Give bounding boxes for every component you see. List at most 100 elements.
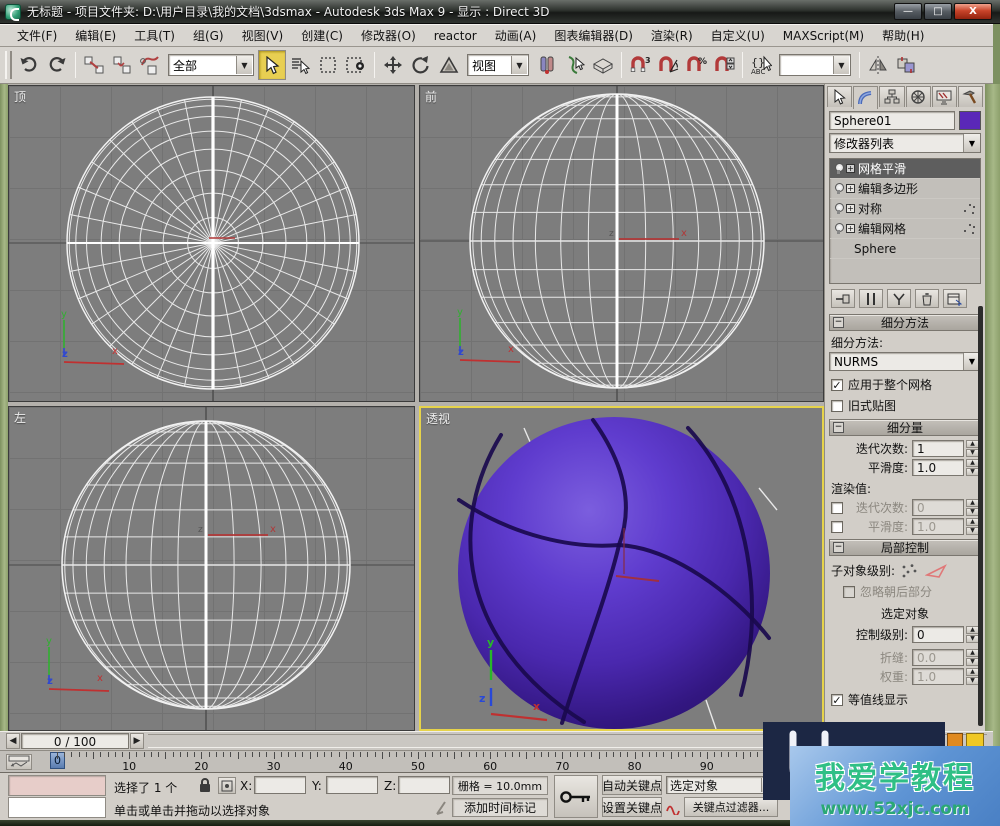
- viewport-perspective[interactable]: yzx 透视: [419, 406, 824, 731]
- dropdown-arrow-icon[interactable]: ▼: [511, 56, 527, 74]
- show-end-result-button[interactable]: [859, 289, 883, 308]
- reference-coordinate-dropdown[interactable]: 视图 ▼: [467, 54, 529, 76]
- menu-item-10[interactable]: 渲染(R): [642, 25, 702, 46]
- close-button[interactable]: X: [954, 3, 992, 20]
- unlink-selection-icon[interactable]: [108, 50, 136, 80]
- render-smoothness-checkbox[interactable]: [831, 521, 843, 533]
- select-and-rotate-button[interactable]: [407, 50, 435, 80]
- vertex-subobject-icon[interactable]: [900, 563, 920, 579]
- select-by-name-button[interactable]: [286, 50, 314, 80]
- object-color-swatch[interactable]: [959, 111, 981, 130]
- spinner-snap-toggle-button[interactable]: [710, 50, 738, 80]
- select-and-link-icon[interactable]: [80, 50, 108, 80]
- viewport-front-label[interactable]: 前: [425, 88, 437, 105]
- tab-motion[interactable]: [906, 86, 931, 107]
- weight-field[interactable]: 1.0: [912, 668, 964, 685]
- modifier-stack-item-4[interactable]: Sphere: [830, 239, 980, 259]
- y-coordinate-field[interactable]: [326, 776, 378, 794]
- z-coordinate-field[interactable]: [398, 776, 450, 794]
- dropdown-arrow-icon[interactable]: ▼: [963, 134, 980, 152]
- named-selection-dropdown[interactable]: ▼: [779, 54, 851, 76]
- use-pivot-point-center-button[interactable]: [533, 50, 561, 80]
- modifier-stack-item-3[interactable]: +编辑网格: [830, 219, 980, 239]
- isoline-display-checkbox[interactable]: ✓: [831, 694, 843, 706]
- tab-modify[interactable]: [853, 86, 878, 109]
- select-object-button[interactable]: [258, 50, 286, 80]
- viewport-top-label[interactable]: 顶: [14, 88, 26, 105]
- menu-item-6[interactable]: 修改器(O): [352, 25, 425, 46]
- rollout-collapse-icon[interactable]: −: [833, 542, 844, 553]
- undo-button[interactable]: [15, 50, 43, 80]
- viewport-front[interactable]: xzyxz 前: [419, 85, 824, 402]
- rollout-subdivision-method[interactable]: − 细分方法: [829, 314, 981, 331]
- tab-hierarchy[interactable]: [879, 86, 904, 107]
- modifier-enable-bulb-icon[interactable]: [834, 163, 843, 175]
- menu-item-5[interactable]: 创建(C): [292, 25, 352, 46]
- object-name-field[interactable]: Sphere01: [829, 111, 955, 130]
- menu-item-7[interactable]: reactor: [425, 27, 486, 45]
- menu-item-3[interactable]: 组(G): [184, 25, 233, 46]
- menu-item-1[interactable]: 编辑(E): [66, 25, 125, 46]
- select-and-move-button[interactable]: [379, 50, 407, 80]
- make-unique-button[interactable]: [887, 289, 911, 308]
- modifier-stack-item-1[interactable]: +编辑多边形: [830, 179, 980, 199]
- rollout-collapse-icon[interactable]: −: [833, 317, 844, 328]
- viewport-left-label[interactable]: 左: [14, 409, 26, 426]
- apply-to-whole-mesh-checkbox[interactable]: ✓: [831, 379, 843, 391]
- set-key-button[interactable]: 设置关键点: [602, 797, 662, 817]
- selection-filter-dropdown[interactable]: 全部 ▼: [168, 54, 254, 76]
- crease-field[interactable]: 0.0: [912, 649, 964, 666]
- snaps-toggle-button[interactable]: 3: [626, 50, 654, 80]
- next-frame-button[interactable]: ▶: [130, 733, 144, 749]
- rollout-subdivision-amount[interactable]: − 细分量: [829, 419, 981, 436]
- mirror-button[interactable]: [864, 50, 892, 80]
- key-filter-curve-icon[interactable]: [666, 801, 681, 818]
- frame-counter[interactable]: 0 / 100: [21, 733, 129, 749]
- select-and-scale-button[interactable]: [435, 50, 463, 80]
- command-panel-scrollbar[interactable]: [978, 306, 983, 726]
- selection-lock-toggle[interactable]: [198, 777, 212, 796]
- maximize-button[interactable]: □: [924, 3, 952, 20]
- smoothness-field[interactable]: 1.0: [912, 459, 964, 476]
- dropdown-arrow-icon[interactable]: ▼: [236, 56, 252, 74]
- modifier-expand-icon[interactable]: +: [846, 164, 855, 173]
- set-keys-button[interactable]: [554, 775, 598, 818]
- menu-item-4[interactable]: 视图(V): [233, 25, 293, 46]
- bind-to-space-warp-icon[interactable]: [136, 50, 164, 80]
- previous-frame-button[interactable]: ◀: [6, 733, 20, 749]
- menu-item-12[interactable]: MAXScript(M): [774, 27, 873, 45]
- rectangular-selection-region-button[interactable]: [314, 50, 342, 80]
- named-selection-sets-button[interactable]: {}ABC: [747, 50, 775, 80]
- viewport-top[interactable]: yxz 顶: [8, 85, 415, 402]
- menu-item-2[interactable]: 工具(T): [125, 25, 184, 46]
- modifier-enable-bulb-icon[interactable]: [834, 183, 843, 195]
- modifier-expand-icon[interactable]: +: [846, 204, 855, 213]
- subdivision-method-dropdown[interactable]: NURMS ▼: [829, 352, 981, 371]
- angle-snap-toggle-button[interactable]: [654, 50, 682, 80]
- modifier-stack-item-0[interactable]: +网格平滑: [830, 159, 980, 179]
- control-level-field[interactable]: 0: [912, 626, 964, 643]
- auto-key-button[interactable]: 自动关键点: [602, 775, 662, 795]
- x-coordinate-field[interactable]: [254, 776, 306, 794]
- maxscript-listener-white[interactable]: [8, 797, 106, 818]
- iterations-field[interactable]: 1: [912, 440, 964, 457]
- maxscript-listener-pink[interactable]: [8, 775, 106, 796]
- tab-create[interactable]: [827, 86, 852, 107]
- configure-modifier-sets-button[interactable]: [943, 289, 967, 308]
- viewport-perspective-label[interactable]: 透视: [426, 410, 450, 427]
- percent-snap-toggle-button[interactable]: %: [682, 50, 710, 80]
- old-style-mapping-checkbox[interactable]: [831, 400, 843, 412]
- toolbar-grip[interactable]: [5, 51, 12, 79]
- modifier-expand-icon[interactable]: +: [846, 184, 855, 193]
- face-subobject-icon[interactable]: [925, 563, 947, 579]
- rollout-collapse-icon[interactable]: −: [833, 422, 844, 433]
- tab-display[interactable]: [932, 86, 957, 107]
- remove-modifier-button[interactable]: [915, 289, 939, 308]
- keyboard-shortcut-override-button[interactable]: [589, 50, 617, 80]
- ignore-backfacing-checkbox[interactable]: [843, 586, 855, 598]
- dropdown-arrow-icon[interactable]: ▼: [833, 56, 849, 74]
- add-time-tag-button[interactable]: 添加时间标记: [452, 798, 548, 817]
- open-mini-curve-editor-button[interactable]: [6, 754, 32, 770]
- absolute-offset-mode-toggle[interactable]: [218, 777, 236, 794]
- redo-button[interactable]: [43, 50, 71, 80]
